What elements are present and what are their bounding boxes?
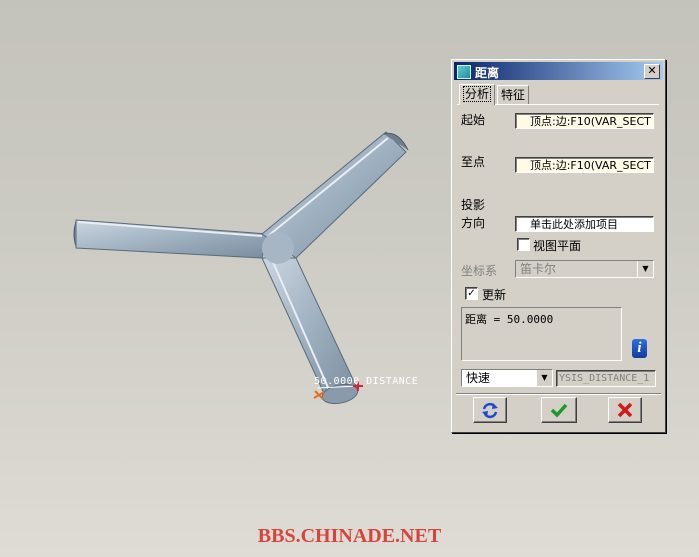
to-label: 至点: [461, 155, 486, 169]
app-icon: [457, 65, 471, 79]
direction-label: 方向: [461, 216, 486, 230]
close-button[interactable]: ✕: [644, 64, 660, 79]
mode-value: 快速: [466, 371, 491, 385]
from-field[interactable]: 顶点:边:F10(VAR_SECT: [515, 113, 654, 129]
coord-system-select[interactable]: 笛卡尔 ▼: [515, 260, 654, 278]
view-plane-label: 视图平面: [533, 239, 582, 253]
view-plane-checkbox[interactable]: [517, 238, 530, 251]
dialog-title-bar[interactable]: 距离 ✕: [454, 62, 663, 80]
tab-analysis[interactable]: 分析: [459, 84, 496, 105]
watermark: BBS.CHINADE.NET: [257, 525, 442, 547]
tab-feature[interactable]: 特征: [497, 85, 530, 104]
distance-dialog: 距离 ✕ 分析 特征 起始 顶点:边:F10(VAR_SECT 至点 顶点:边:…: [451, 59, 666, 433]
ok-button[interactable]: [541, 397, 577, 423]
direction-field[interactable]: 单击此处添加项目: [515, 216, 654, 232]
coord-system-value: 笛卡尔: [520, 262, 557, 276]
info-icon[interactable]: i: [632, 339, 647, 358]
mode-select[interactable]: 快速 ▼: [461, 369, 553, 387]
update-label: 更新: [482, 288, 507, 302]
green-check-icon: [550, 403, 568, 418]
to-field[interactable]: 顶点:边:F10(VAR_SECT: [515, 157, 654, 173]
cancel-button[interactable]: [608, 397, 642, 423]
chevron-down-icon: ▼: [536, 370, 552, 386]
from-label: 起始: [461, 113, 486, 127]
repeat-button[interactable]: [473, 397, 507, 423]
feature-name-field[interactable]: YSIS_DISTANCE_1: [556, 370, 656, 387]
red-x-icon: [617, 402, 633, 418]
dialog-title: 距离: [475, 66, 500, 80]
result-box: 距离 = 50.0000: [461, 307, 622, 361]
update-checkbox[interactable]: ✓: [465, 287, 478, 300]
projection-label: 投影: [461, 198, 486, 212]
tab-analysis-label: 分析: [463, 86, 492, 102]
coord-system-label: 坐标系: [461, 264, 498, 278]
chevron-down-icon: ▼: [637, 261, 653, 277]
distance-dimension-label: 50.0000 DISTANCE: [314, 376, 419, 387]
divider: [456, 393, 661, 395]
refresh-arrows-icon: [482, 402, 498, 419]
